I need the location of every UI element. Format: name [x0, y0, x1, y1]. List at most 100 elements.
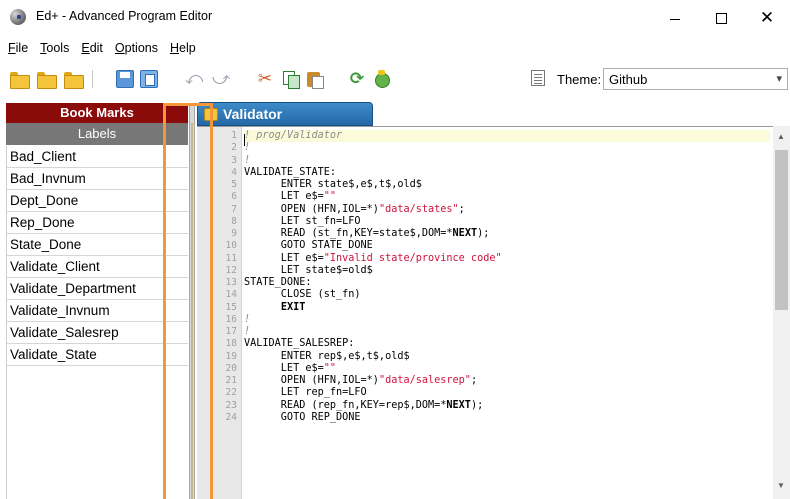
menu-edit[interactable]: Edit — [81, 41, 103, 55]
code-line: ENTER state$,e$,t$,old$ — [244, 179, 422, 190]
line-number: 1 — [231, 130, 237, 141]
code-line: LET state$=old$ — [244, 264, 373, 276]
save-icon[interactable] — [116, 70, 134, 88]
window-title: Ed+ - Advanced Program Editor — [36, 9, 213, 23]
line-number: 11 — [225, 252, 237, 264]
theme-dropdown[interactable]: Github ▾ — [603, 68, 788, 90]
redo-icon[interactable]: ⤻ — [212, 70, 230, 88]
line-number: 7 — [231, 203, 237, 215]
minimize-icon — [670, 18, 680, 20]
open-recent-icon[interactable] — [37, 70, 57, 89]
code-line: ! — [244, 154, 251, 166]
close-button[interactable]: ✕ — [744, 0, 790, 36]
menu-tools[interactable]: Tools — [40, 41, 69, 55]
line-number: 24 — [225, 411, 237, 423]
theme-selected-value: Github — [609, 72, 648, 87]
code-line: ENTER rep$,e$,t$,old$ — [244, 350, 410, 362]
line-number: 22 — [225, 387, 237, 399]
line-number: 3 — [231, 154, 237, 166]
file-icon — [204, 108, 218, 121]
line-number: 10 — [225, 240, 237, 252]
line-number: 12 — [225, 264, 237, 276]
bookmark-item[interactable]: Bad_Invnum — [7, 168, 188, 190]
vertical-scrollbar[interactable]: ▲ ▼ — [773, 126, 790, 499]
bookmark-item[interactable]: State_Done — [7, 234, 188, 256]
code-line: LET e$="" — [244, 362, 337, 374]
code-line: VALIDATE_STATE: — [244, 166, 337, 178]
scrollbar-thumb[interactable] — [775, 150, 788, 310]
code-line: READ (rep_fn,KEY=rep$,DOM=*NEXT); — [244, 399, 484, 411]
theme-label: Theme: — [557, 72, 602, 87]
line-number: 2 — [231, 142, 237, 154]
line-number: 18 — [225, 338, 237, 350]
maximize-icon — [715, 12, 727, 24]
code-line: LET st_fn=LFO — [244, 215, 361, 227]
cut-icon[interactable]: ✂ — [256, 70, 274, 88]
code-line: GOTO REP_DONE — [244, 411, 361, 423]
paste-icon[interactable] — [306, 70, 324, 89]
code-line: READ (st_fn,KEY=state$,DOM=*NEXT); — [244, 228, 490, 239]
code-line: ! prog/Validator — [244, 130, 770, 146]
line-number: 21 — [225, 375, 237, 386]
save-as-icon[interactable] — [140, 70, 158, 88]
code-line: CLOSE (st_fn) — [244, 289, 361, 301]
bookmark-item[interactable]: Validate_State — [7, 344, 188, 366]
code-line: VALIDATE_SALESREP: — [244, 338, 355, 350]
scroll-up-icon[interactable]: ▲ — [777, 132, 785, 141]
line-number: 15 — [225, 301, 237, 313]
line-number: 16 — [225, 313, 237, 325]
theme-icon — [531, 70, 545, 86]
code-line: EXIT — [280, 301, 306, 313]
open-folder-icon[interactable] — [10, 70, 30, 89]
code-line: GOTO STATE_DONE — [244, 240, 373, 252]
toolbar: ⤺ ⤻ ✂ ⟳ Theme: Github ▾ — [0, 62, 790, 96]
menu-file[interactable]: File — [8, 41, 28, 55]
bookmark-item[interactable]: Validate_Salesrep — [7, 322, 188, 344]
line-number: 5 — [231, 179, 237, 190]
bookmarks-list: Bad_Client Bad_Invnum Dept_Done Rep_Done… — [6, 146, 188, 499]
line-number: 4 — [231, 166, 237, 178]
panel-splitter[interactable] — [189, 103, 195, 499]
tab-label: Validator — [223, 106, 283, 122]
app-globe-icon — [10, 9, 26, 25]
bookmark-item[interactable]: Dept_Done — [7, 190, 188, 212]
line-number: 8 — [231, 215, 237, 227]
scroll-down-icon[interactable]: ▼ — [777, 481, 785, 490]
chevron-down-icon: ▾ — [776, 73, 782, 85]
code-area[interactable]: ! prog/Validator!! VALIDATE_STATE: ENTER … — [244, 127, 770, 499]
line-number: 9 — [231, 228, 237, 239]
code-line: LET e$="" — [244, 191, 337, 203]
line-number: 13 — [225, 277, 237, 288]
undo-icon[interactable]: ⤺ — [185, 70, 203, 88]
menu-help[interactable]: Help — [170, 41, 196, 55]
close-icon: ✕ — [759, 8, 775, 28]
code-line: LET e$="Invalid state/province code" — [244, 252, 502, 264]
code-editor[interactable]: 1 2 3 4 5 6 7 8 9 10 11 12 13 14 15 16 17 18 19 20 21 22 23 24 … — [197, 126, 790, 499]
open-project-icon[interactable] — [64, 70, 84, 89]
bookmark-item[interactable]: Validate_Invnum — [7, 300, 188, 322]
bookmarks-header: Book Marks — [6, 103, 188, 123]
refresh-icon[interactable]: ⟳ — [348, 70, 366, 88]
bookmark-item[interactable]: Validate_Client — [7, 256, 188, 278]
copy-icon[interactable] — [282, 70, 300, 89]
bookmark-item[interactable]: Bad_Client — [7, 146, 188, 168]
code-line: LET rep_fn=LFO — [244, 387, 367, 399]
line-number: 19 — [225, 350, 237, 362]
bookmarks-labels-header: Labels — [6, 123, 188, 145]
line-number: 23 — [225, 399, 237, 411]
minimize-button[interactable] — [652, 0, 698, 36]
bookmark-item[interactable]: Validate_Department — [7, 278, 188, 300]
bookmark-item[interactable]: Rep_Done — [7, 212, 188, 234]
tab-validator[interactable]: Validator — [197, 102, 373, 126]
code-line: STATE_DONE: — [244, 277, 312, 288]
code-line: OPEN (HFN,IOL=*)"data/states"; — [244, 203, 465, 215]
line-number: 17 — [225, 326, 237, 337]
menu-bar: File Tools Edit Options Help — [0, 36, 790, 60]
debug-icon[interactable] — [372, 70, 390, 88]
maximize-button[interactable] — [698, 0, 744, 36]
code-line: OPEN (HFN,IOL=*)"data/salesrep"; — [244, 375, 478, 386]
code-line: ! — [244, 142, 251, 154]
menu-options[interactable]: Options — [115, 41, 158, 55]
code-line: ! — [244, 313, 251, 325]
line-number-gutter: 1 2 3 4 5 6 7 8 9 10 11 12 13 14 15 16 17 18 19 20 21 22 23 24 — [197, 127, 242, 499]
